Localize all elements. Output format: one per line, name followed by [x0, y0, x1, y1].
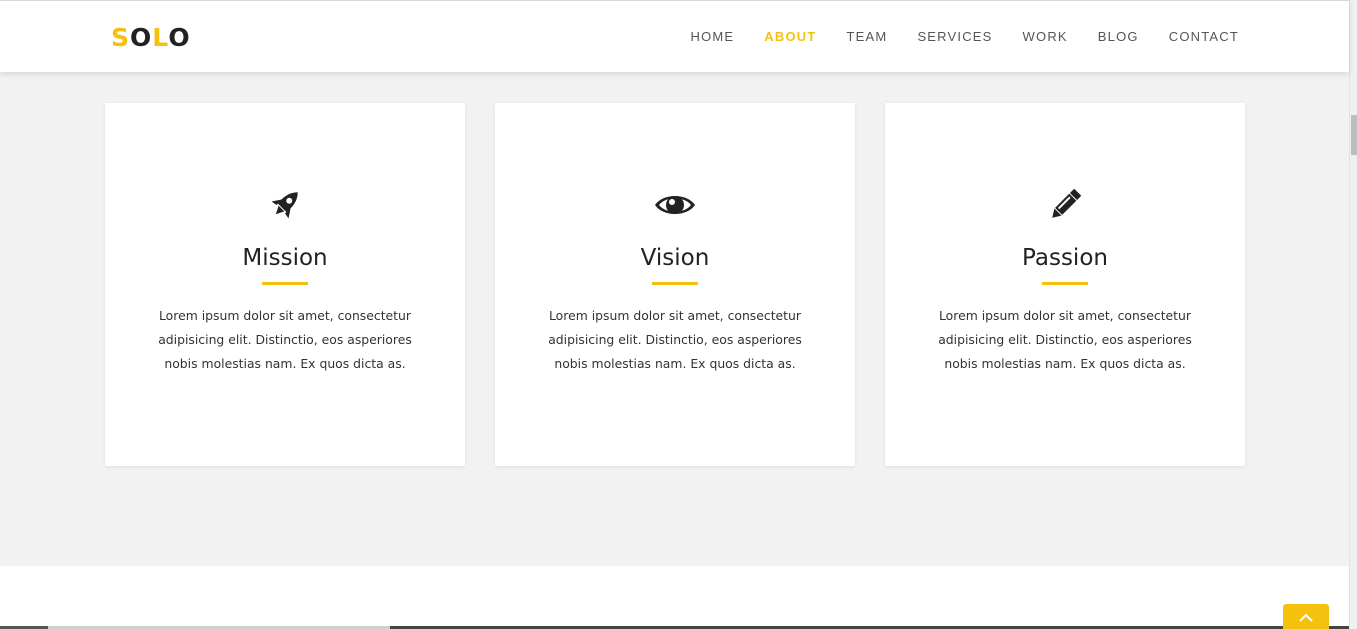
logo-letter-s: S [111, 23, 131, 52]
back-to-top-button[interactable] [1283, 604, 1329, 629]
card-passion: Passion Lorem ipsum dolor sit amet, cons… [885, 103, 1245, 466]
card-text: Lorem ipsum dolor sit amet, consectetur … [938, 308, 1192, 371]
title-underline [262, 282, 308, 285]
title-underline [652, 282, 698, 285]
page-scrollbar[interactable] [1349, 0, 1357, 629]
site-logo[interactable]: SOLO [111, 23, 191, 53]
logo-letter-o: O [130, 23, 153, 52]
logo-letter-o-2: O [168, 23, 191, 52]
nav-item-team[interactable]: TEAM [847, 29, 888, 45]
nav-item-work[interactable]: WORK [1023, 29, 1068, 45]
scrollbar-thumb[interactable] [1351, 115, 1357, 155]
next-section [0, 566, 1349, 629]
nav-item-about[interactable]: ABOUT [764, 29, 816, 45]
card-title: Mission [242, 245, 328, 271]
card-text: Lorem ipsum dolor sit amet, consectetur … [548, 308, 802, 371]
main-nav: HOME ABOUT TEAM SERVICES WORK BLOG CONTA… [660, 29, 1239, 45]
card-mission: Mission Lorem ipsum dolor sit amet, cons… [105, 103, 465, 466]
nav-item-blog[interactable]: BLOG [1098, 29, 1139, 45]
card-text: Lorem ipsum dolor sit amet, consectetur … [158, 308, 412, 371]
site-header: SOLO HOME ABOUT TEAM SERVICES WORK BLOG … [0, 0, 1349, 72]
chevron-up-icon [1299, 610, 1313, 628]
eye-icon [495, 185, 855, 225]
page: SOLO HOME ABOUT TEAM SERVICES WORK BLOG … [0, 0, 1357, 629]
card-vision: Vision Lorem ipsum dolor sit amet, conse… [495, 103, 855, 466]
nav-item-contact[interactable]: CONTACT [1169, 29, 1239, 45]
logo-letter-l: L [152, 23, 169, 52]
nav-item-home[interactable]: HOME [690, 29, 734, 45]
title-underline [1042, 282, 1088, 285]
nav-item-services[interactable]: SERVICES [917, 29, 992, 45]
card-title: Vision [640, 245, 710, 271]
card-title: Passion [1022, 245, 1108, 271]
rocket-icon [105, 185, 465, 225]
pencil-icon [885, 185, 1245, 225]
